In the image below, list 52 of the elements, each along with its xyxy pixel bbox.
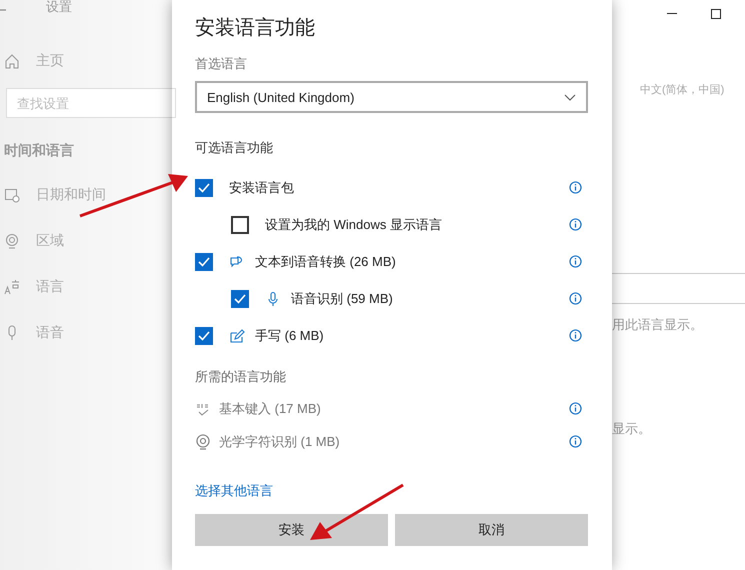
section-heading: 所需的语言功能 <box>195 368 287 386</box>
info-icon[interactable] <box>569 292 582 305</box>
feature-label: 安装语言包 <box>229 178 295 196</box>
section-heading: 时间和语言 <box>4 142 75 160</box>
checkbox[interactable] <box>195 326 213 344</box>
speech-bubble-icon <box>229 254 245 270</box>
window-title: 设置 <box>46 0 72 16</box>
calendar-clock-icon <box>4 187 20 203</box>
checkbox[interactable] <box>195 178 213 196</box>
camera-icon <box>195 434 211 450</box>
description-text: 显示。 <box>612 420 652 438</box>
home-icon <box>4 53 20 69</box>
pen-icon <box>229 328 245 344</box>
checkmark-icon <box>234 294 246 304</box>
search-field[interactable]: 查找设置 <box>6 88 176 118</box>
language-dropdown[interactable]: English (United Kingdom) <box>195 81 588 113</box>
feature-label: 基本键入 (17 MB) <box>219 400 322 418</box>
choose-language-link[interactable]: 选择其他语言 <box>195 482 273 500</box>
nav-item[interactable]: 区域 <box>36 232 64 250</box>
section-heading: 可选语言功能 <box>195 139 274 157</box>
checkbox[interactable] <box>231 216 249 234</box>
language-icon <box>4 279 20 295</box>
chevron-down-icon <box>564 94 576 100</box>
nav-item[interactable]: 日期和时间 <box>36 186 106 204</box>
nav-item[interactable]: 语言 <box>36 278 64 296</box>
nav-item[interactable]: 主页 <box>36 52 64 70</box>
description-text: 用此语言显示。 <box>612 316 704 334</box>
dialog-button[interactable]: 安装 <box>195 514 388 546</box>
feature-label: 手写 (6 MB) <box>255 326 325 344</box>
field-label: 首选语言 <box>195 55 248 73</box>
minimize-icon[interactable] <box>667 13 677 15</box>
checkbox[interactable] <box>231 290 249 308</box>
feature-label: 语音识别 (59 MB) <box>291 290 394 308</box>
feature-label: 设置为我的 Windows 显示语言 <box>265 216 443 234</box>
dialog-button[interactable]: 取消 <box>395 514 588 546</box>
info-icon[interactable] <box>569 329 582 342</box>
globe-icon <box>4 233 20 249</box>
info-icon[interactable] <box>569 218 582 231</box>
checkmark-icon <box>198 256 210 266</box>
info-icon[interactable] <box>569 435 582 448</box>
nav-item[interactable]: 语音 <box>36 324 64 342</box>
feature-label: 光学字符识别 (1 MB) <box>219 432 341 450</box>
info-icon[interactable] <box>569 402 582 415</box>
checkbox[interactable] <box>195 252 213 270</box>
current-language: 中文(简体，中国) <box>640 82 726 97</box>
info-icon[interactable] <box>569 255 582 268</box>
feature-label: 文本到语音转换 (26 MB) <box>255 252 397 270</box>
info-icon[interactable] <box>569 181 582 194</box>
maximize-icon[interactable] <box>711 9 721 19</box>
checkmark-icon <box>198 330 210 340</box>
dialog-title: 安装语言功能 <box>195 16 316 41</box>
checkmark-icon <box>198 182 210 192</box>
